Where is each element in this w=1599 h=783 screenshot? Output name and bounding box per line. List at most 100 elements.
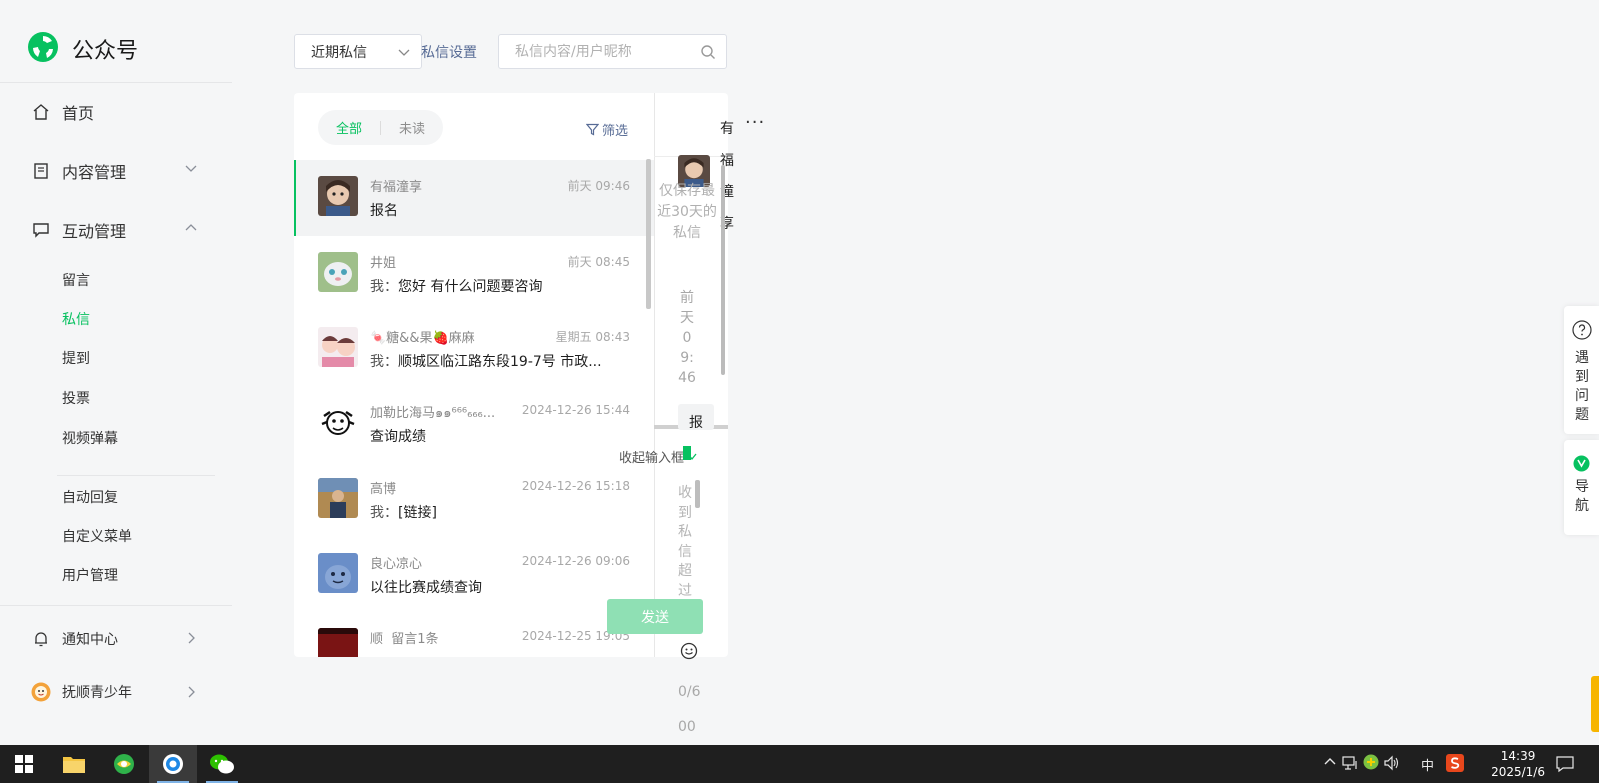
chevron-down-icon xyxy=(398,49,410,56)
message-text: [链接] xyxy=(398,505,437,521)
notification-center-icon[interactable] xyxy=(1556,755,1574,777)
document-icon xyxy=(32,162,50,180)
send-button[interactable]: 发送 xyxy=(607,599,703,634)
system-clock[interactable]: 14:39 2025/1/6 xyxy=(1491,748,1545,780)
conversation-row[interactable]: 井姐 前天 08:45 我：您好 有什么问题要咨询 xyxy=(294,236,654,312)
chevron-right-icon[interactable] xyxy=(188,686,196,698)
text-cursor-indicator xyxy=(683,446,691,460)
windows-icon xyxy=(15,755,33,773)
home-icon xyxy=(32,103,50,121)
nav-home[interactable]: 首页 xyxy=(32,100,94,124)
conversation-row[interactable]: 顺 留言1条 2024-12-25 19:05 xyxy=(294,612,654,657)
message-range-select[interactable]: 近期私信 xyxy=(294,34,422,69)
list-scrollbar[interactable] xyxy=(646,159,651,309)
tab-all[interactable]: 全部 xyxy=(318,118,380,137)
sender-prefix: 我： xyxy=(370,354,398,370)
nav-sub-auto-reply[interactable]: 自动回复 xyxy=(62,487,118,507)
clock-time: 14:39 xyxy=(1500,749,1536,763)
nav-sub-user-management[interactable]: 用户管理 xyxy=(62,565,118,585)
taskbar-wechat[interactable] xyxy=(198,745,246,783)
app-title: 公众号 xyxy=(72,39,139,64)
chat-bubble-icon xyxy=(32,221,50,239)
chat-scrollbar[interactable] xyxy=(721,165,725,375)
side-tab-indicator[interactable] xyxy=(1591,676,1599,732)
clock-date: 2025/1/6 xyxy=(1491,765,1545,779)
tab-unread[interactable]: 未读 xyxy=(381,118,443,137)
avatar xyxy=(318,402,358,442)
message-input[interactable]: 收 到 私 信 超 过 xyxy=(678,484,696,601)
message-preview: 我：您好 有什么问题要咨询 xyxy=(370,276,542,296)
message-text: 顺城区临江路东段19-7号 市政... xyxy=(398,354,602,370)
avatar xyxy=(318,553,358,593)
network-icon[interactable] xyxy=(1342,755,1358,775)
folder-icon xyxy=(63,757,85,773)
taskbar-file-explorer[interactable] xyxy=(50,745,98,783)
contact-name: 高博 xyxy=(370,482,397,497)
message-text: 您好 有什么问题要咨询 xyxy=(398,279,543,295)
message-text: 报名 xyxy=(370,203,398,219)
collapse-input-label: 收起输入框 xyxy=(619,451,685,466)
tray-chevron-up-icon[interactable] xyxy=(1324,755,1336,770)
nav-sub-private-messages[interactable]: 私信 xyxy=(62,309,90,329)
nav-home-label: 首页 xyxy=(62,104,95,123)
conversation-row[interactable]: 高博 2024-12-26 15:18 我：[链接] xyxy=(294,462,654,538)
navigation-label: 导 航 xyxy=(1575,479,1589,514)
chevron-right-icon[interactable] xyxy=(188,632,196,644)
nav-sub-custom-menu[interactable]: 自定义菜单 xyxy=(62,526,132,546)
start-button[interactable] xyxy=(0,745,48,783)
message-time: 前天 09:46 xyxy=(567,179,630,193)
message-time: 2024-12-26 15:18 xyxy=(521,479,630,493)
wechat-official-logo-icon xyxy=(28,32,58,62)
search-icon[interactable] xyxy=(700,44,716,60)
contact-name: 顺 留言1条 xyxy=(370,632,439,647)
conversation-row[interactable]: 🍬糖&&果🍓麻麻 星期五 08:43 我：顺城区临江路东段19-7号 市政... xyxy=(294,311,654,387)
message-time: 前天 08:45 xyxy=(567,255,630,269)
taskbar: 中 14:39 2025/1/6 xyxy=(0,745,1599,783)
message-preview: 报名 xyxy=(370,200,398,220)
nav-sub-votes[interactable]: 投票 xyxy=(62,388,90,408)
avatar xyxy=(318,478,358,518)
message-preview: 我：顺城区临江路东段19-7号 市政... xyxy=(370,351,602,371)
contact-name: 🍬糖&&果🍓麻麻 xyxy=(370,331,475,346)
conversation-row[interactable]: 良心凉心 2024-12-26 09:06 以往比赛成绩查询 xyxy=(294,537,654,613)
nav-sub-comments[interactable]: 留言 xyxy=(62,270,90,290)
message-text: 查询成绩 xyxy=(370,429,426,445)
avatar xyxy=(318,327,358,367)
nav-content-management[interactable]: 内容管理 xyxy=(32,159,126,183)
taskbar-browser-active[interactable] xyxy=(149,745,197,783)
nav-sub-mentions[interactable]: 提到 xyxy=(62,348,90,368)
nav-sub-video-danmaku[interactable]: 视频弹幕 xyxy=(62,428,118,448)
sender-prefix: 我： xyxy=(370,279,398,295)
contact-name: 有福潼享 xyxy=(370,180,423,195)
emoji-icon[interactable] xyxy=(680,642,698,660)
tray-app-icon[interactable] xyxy=(1363,754,1379,774)
more-icon[interactable]: ··· xyxy=(745,112,765,133)
conversation-row[interactable]: 有福潼享 前天 09:46 报名 xyxy=(294,160,654,236)
sogou-ime-icon[interactable] xyxy=(1446,754,1464,776)
message-settings-link[interactable]: 私信设置 xyxy=(421,42,477,62)
chevron-up-icon[interactable] xyxy=(185,223,197,231)
help-button[interactable]: 遇 到 问 题 xyxy=(1564,306,1599,434)
nav-account-label: 抚顺青少年 xyxy=(62,685,132,701)
wechat-icon xyxy=(210,754,234,774)
message-preview: 我：[链接] xyxy=(370,502,437,522)
message-text: 以往比赛成绩查询 xyxy=(370,580,482,596)
taskbar-browser-360[interactable] xyxy=(100,745,148,783)
chevron-down-icon[interactable] xyxy=(185,165,197,173)
conversation-row[interactable]: 加勒比海马๑๑⁶⁶⁶₆₆₆... 2024-12-26 15:44 查询成绩 xyxy=(294,386,654,462)
ime-indicator[interactable]: 中 xyxy=(1421,755,1434,774)
nav-notification-center[interactable]: 通知中心 xyxy=(32,629,118,649)
search-input[interactable] xyxy=(499,35,679,68)
message-time: 星期五 08:43 xyxy=(555,330,630,344)
nav-interaction-management-label: 互动管理 xyxy=(62,222,127,241)
filter-button[interactable]: 筛选 xyxy=(586,120,628,139)
nav-account[interactable]: 抚顺青少年 xyxy=(31,682,132,702)
nav-interaction-management[interactable]: 互动管理 xyxy=(32,218,126,242)
volume-icon[interactable] xyxy=(1384,755,1400,775)
navigation-button[interactable]: 导 航 xyxy=(1564,440,1599,535)
comment-count-tag: 留言1条 xyxy=(391,632,439,647)
submenu-divider xyxy=(57,475,215,476)
retention-notice: 仅保存最 近30天的 私信 xyxy=(657,183,717,241)
message-preview: 查询成绩 xyxy=(370,426,426,446)
chat-timestamp: 前 天 0 9: 46 xyxy=(678,290,696,386)
